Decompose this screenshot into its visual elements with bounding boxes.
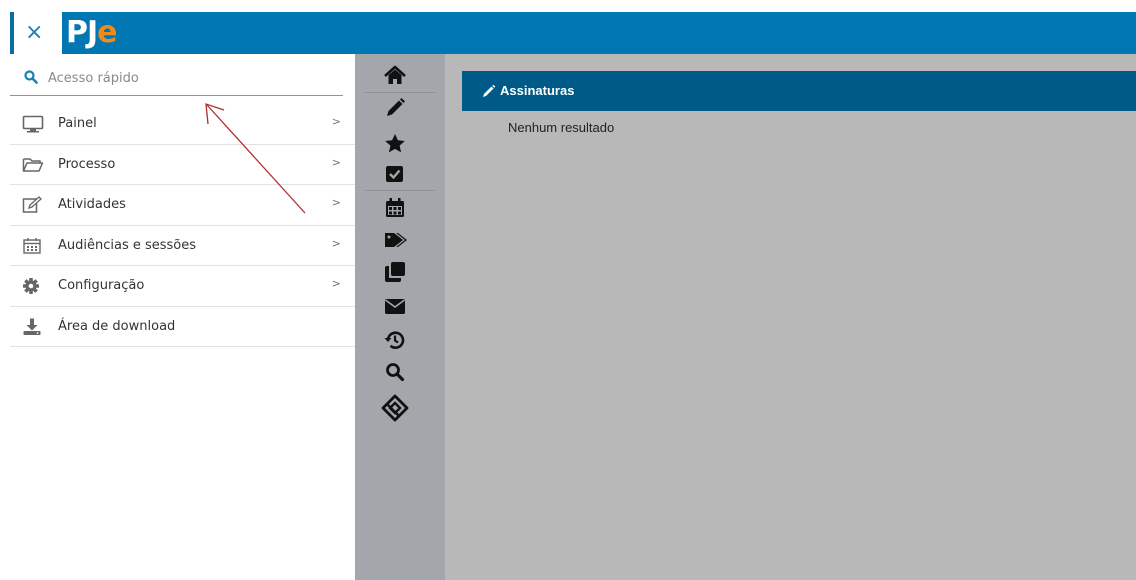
- menu-item-atividades[interactable]: Atividades >: [10, 185, 355, 226]
- top-header-bar: × PJe: [0, 12, 1136, 54]
- header-accent-stripe: [10, 12, 14, 54]
- empty-result-text: Nenhum resultado: [508, 120, 615, 135]
- menu-item-label: Audiências e sessões: [58, 237, 197, 253]
- check-square-icon[interactable]: [383, 162, 407, 186]
- search-icon: [24, 70, 38, 84]
- star-icon[interactable]: [383, 132, 407, 156]
- clone-icon[interactable]: [383, 260, 407, 284]
- logo-e-text: e: [97, 15, 117, 50]
- menu-list: Painel > Processo > Atividades > Audiênc…: [10, 104, 355, 347]
- monitor-icon: [22, 115, 44, 133]
- side-menu: Painel > Processo > Atividades >: [0, 54, 355, 580]
- search-icon[interactable]: [383, 360, 407, 384]
- menu-item-label: Processo: [58, 156, 116, 172]
- home-icon[interactable]: [383, 64, 407, 88]
- quick-access-input[interactable]: [48, 64, 328, 92]
- pje-logo[interactable]: PJe: [62, 12, 148, 54]
- menu-item-audiencias-e-sessoes[interactable]: Audiências e sessões >: [10, 226, 355, 266]
- pencil-icon[interactable]: [383, 96, 407, 120]
- rail-divider: [365, 92, 435, 93]
- menu-item-label: Área de download: [58, 318, 176, 334]
- menu-item-area-de-download[interactable]: Área de download: [10, 307, 355, 347]
- menu-item-label: Atividades: [58, 197, 126, 212]
- folder-open-icon: [22, 157, 44, 172]
- rail-divider: [365, 190, 435, 191]
- icon-rail: [355, 54, 445, 580]
- gear-icon: [23, 278, 39, 294]
- pencil-icon: [483, 84, 496, 97]
- chevron-right-icon: >: [331, 277, 341, 290]
- menu-item-label: Configuração: [58, 278, 145, 293]
- chevron-right-icon: >: [331, 236, 341, 250]
- main-content: Assinaturas Nenhum resultado: [445, 54, 1136, 580]
- pje-office-icon[interactable]: [381, 394, 409, 422]
- menu-item-label: Painel: [58, 116, 97, 131]
- chevron-right-icon: >: [331, 115, 341, 128]
- quick-access-search: [10, 60, 343, 96]
- chevron-right-icon: >: [331, 155, 341, 169]
- history-icon[interactable]: [383, 328, 407, 352]
- tags-icon[interactable]: [383, 228, 407, 252]
- chevron-right-icon: >: [331, 196, 341, 209]
- calendar-icon: [23, 237, 41, 254]
- menu-item-processo[interactable]: Processo >: [10, 145, 355, 185]
- download-icon: [23, 318, 41, 335]
- close-menu-button[interactable]: ×: [25, 18, 57, 48]
- calendar-icon[interactable]: [383, 196, 407, 220]
- menu-item-configuracao[interactable]: Configuração >: [10, 266, 355, 307]
- signatures-panel-header[interactable]: Assinaturas: [462, 71, 1136, 111]
- edit-icon: [22, 196, 42, 213]
- logo-pj-text: PJ: [66, 15, 98, 50]
- menu-item-painel[interactable]: Painel >: [10, 104, 355, 145]
- panel-title: Assinaturas: [500, 83, 575, 98]
- envelope-icon[interactable]: [383, 294, 407, 318]
